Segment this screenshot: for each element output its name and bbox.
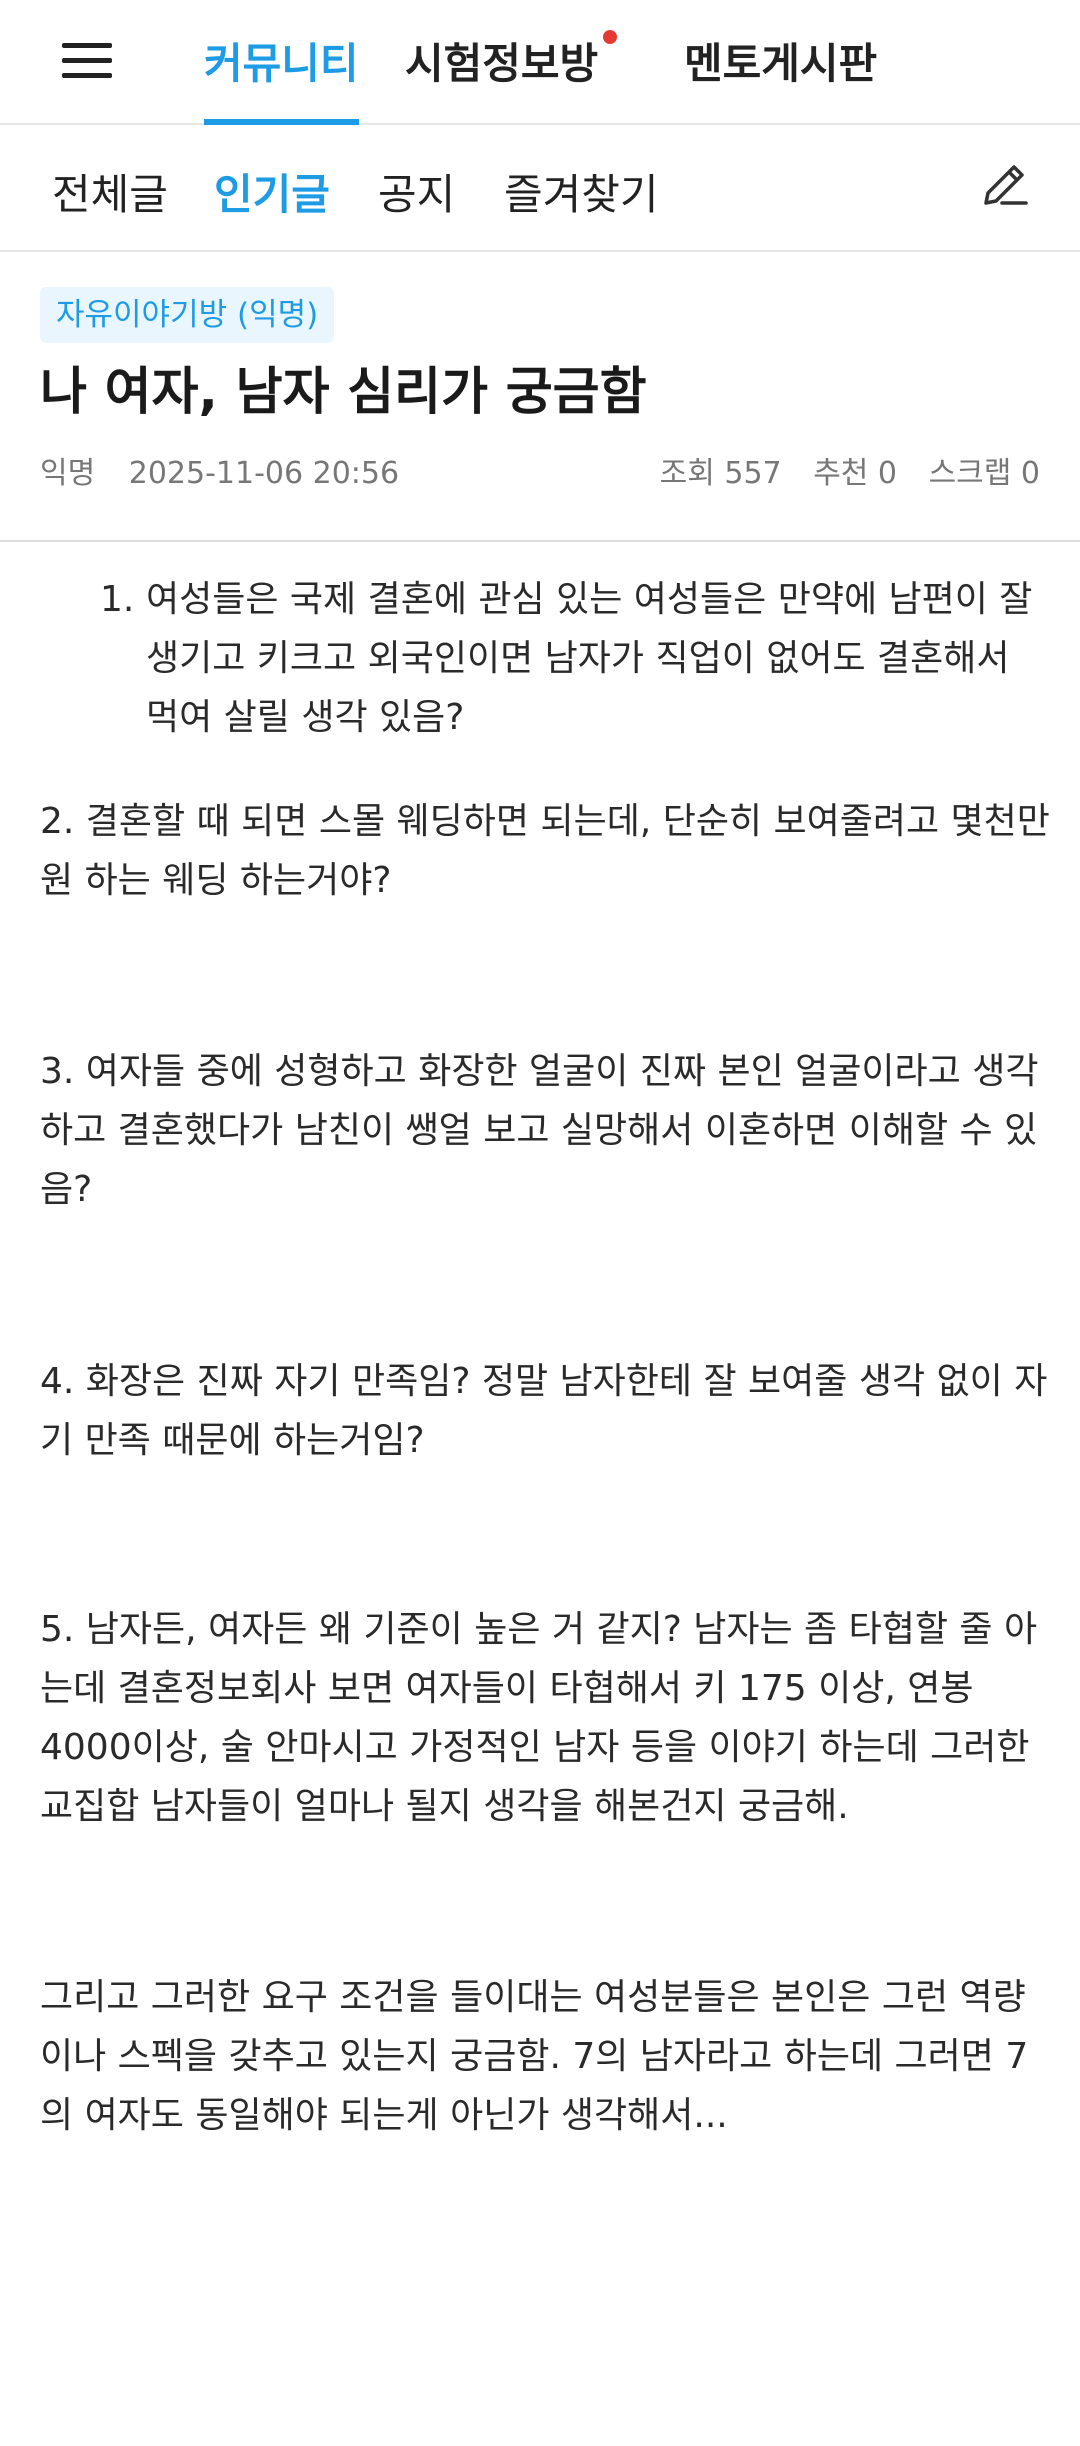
- post-meta-author-date: 익명 2025-11-06 20:56: [40, 448, 423, 492]
- list-item-number: 1.: [100, 579, 135, 620]
- paragraph: 5. 남자든, 여자든 왜 기준이 높은 거 같지? 남자는 좀 타협할 줄 아…: [40, 1609, 1038, 1827]
- post-meta-stats: 조회 557 추천 0 스크랩 0: [638, 448, 1040, 492]
- tab-community[interactable]: 커뮤니티: [204, 30, 359, 125]
- view-count: 조회 557: [659, 456, 782, 491]
- post-date: 2025-11-06 20:56: [128, 456, 400, 491]
- ordered-list: 1. 여성들은 국제 결혼에 관심 있는 여성들은 만약에 남편이 잘생기고 키…: [100, 570, 1050, 747]
- paragraph: 그리고 그러한 요구 조건을 들이대는 여성분들은 본인은 그런 역량이나 스펙…: [40, 1977, 1029, 2136]
- post-title: 나 여자, 남자 심리가 궁금함: [40, 363, 647, 422]
- pencil-icon[interactable]: [978, 157, 1032, 211]
- tab-exam-info[interactable]: 시험정보방: [405, 30, 598, 125]
- tab-exam-info-label: 시험정보방: [405, 39, 599, 88]
- subtab-popular-posts[interactable]: 인기글: [214, 161, 330, 222]
- category-badge[interactable]: 자유이야기방 (익명): [40, 287, 335, 343]
- subtab-all-posts[interactable]: 전체글: [52, 161, 168, 222]
- tab-community-label: 커뮤니티: [204, 39, 359, 88]
- scrap-count: 스크랩 0: [928, 456, 1040, 491]
- paragraph: 2. 결혼할 때 되면 스몰 웨딩하면 되는데, 단순히 보여줄려고 몇천만원 …: [40, 801, 1050, 901]
- tab-mentor-board-label: 멘토게시판: [684, 39, 878, 88]
- post-header: 자유이야기방 (익명) 나 여자, 남자 심리가 궁금함 익명 2025-11-…: [0, 252, 1080, 542]
- subtab-notice[interactable]: 공지: [378, 161, 455, 222]
- tab-mentor-board[interactable]: 멘토게시판: [684, 30, 877, 125]
- recommend-count: 추천 0: [813, 456, 898, 491]
- subtab-favorites[interactable]: 즐겨찾기: [504, 161, 659, 222]
- paragraph: 4. 화장은 진짜 자기 만족임? 정말 남자한테 잘 보여줄 생각 없이 자기…: [40, 1361, 1048, 1461]
- hamburger-menu-icon[interactable]: [62, 40, 114, 80]
- new-notification-dot: [603, 30, 617, 44]
- top-navigation: 커뮤니티 시험정보방 멘토게시판: [0, 0, 1080, 125]
- sub-navigation: 전체글 인기글 공지 즐겨찾기: [0, 125, 1080, 252]
- list-item: 1. 여성들은 국제 결혼에 관심 있는 여성들은 만약에 남편이 잘생기고 키…: [100, 570, 1050, 747]
- paragraph: 3. 여자들 중에 성형하고 화장한 얼굴이 진짜 본인 얼굴이라고 생각하고 …: [40, 1051, 1039, 1210]
- list-item-text: 여성들은 국제 결혼에 관심 있는 여성들은 만약에 남편이 잘생기고 키크고 …: [146, 579, 1033, 738]
- author-name: 익명: [40, 456, 96, 491]
